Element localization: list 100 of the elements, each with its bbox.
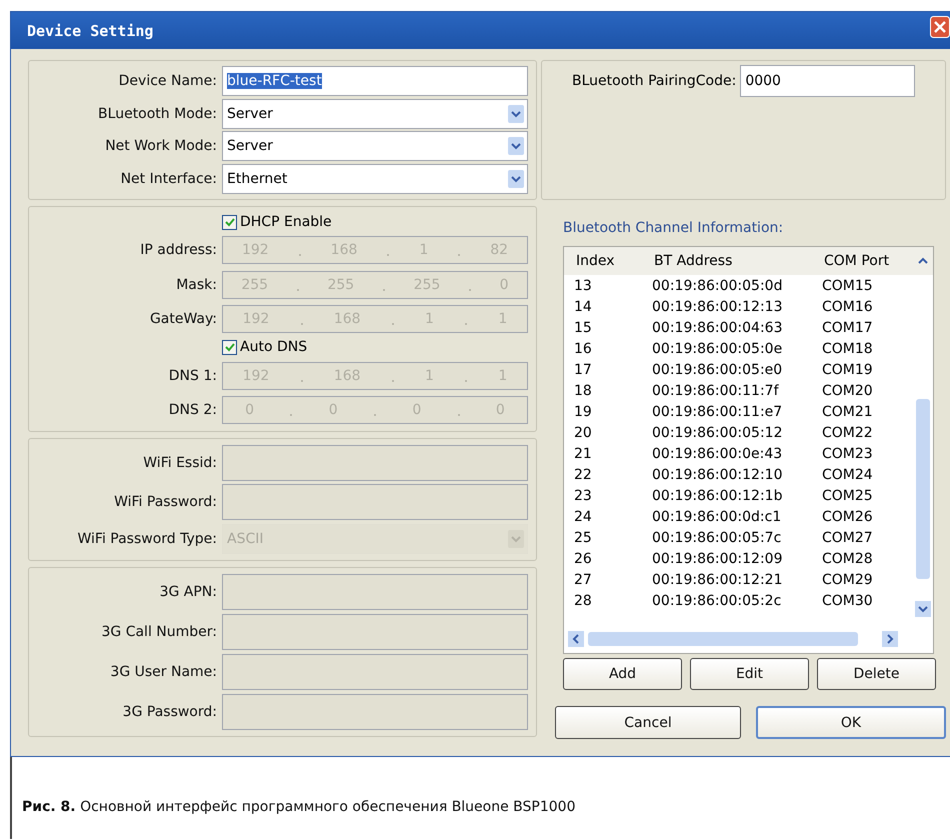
- table-cell-text: COM21: [822, 404, 874, 420]
- table-cell-text: 00:19:86:00:05:0e: [652, 340, 784, 356]
- chevron-down-icon[interactable]: [508, 104, 524, 123]
- table-cell-text: 00:19:86:00:05:7c: [652, 530, 782, 546]
- table-cell-text: COM20: [822, 382, 874, 398]
- column-header[interactable]: Index: [576, 253, 654, 269]
- separator-dot: [392, 380, 394, 382]
- column-header[interactable]: BT Address: [654, 253, 824, 269]
- separator-dot: [465, 380, 468, 382]
- table-cell-text: 16: [574, 340, 593, 356]
- separator-dot: [300, 322, 303, 325]
- list-action-button[interactable]: Delete: [817, 658, 936, 690]
- table-cell-text: 00:19:86:00:0e:43: [652, 446, 784, 462]
- table-cell-text: COM29: [822, 572, 874, 588]
- table-cell-text: 22: [574, 466, 593, 482]
- checkmark-icon: [224, 341, 236, 354]
- window-title: Device Setting: [27, 22, 154, 40]
- scroll-right-icon[interactable]: [882, 631, 898, 647]
- field-label: WiFi Essid:: [142, 454, 217, 471]
- table-cell-text: 00:19:86:00:12:21: [652, 572, 784, 588]
- table-cell-text: 26: [574, 550, 593, 566]
- table-cell-text: 00:19:86:00:12:10: [652, 466, 784, 482]
- table-cell-text: 21: [574, 446, 593, 462]
- table-cell-text: 00:19:86:00:12:09: [652, 550, 784, 566]
- table-cell-text: 00:19:86:00:11:e7: [652, 404, 784, 420]
- checkbox[interactable]: Auto DNS: [222, 339, 308, 356]
- separator-dot: [458, 414, 460, 416]
- table-cell-text: 00:19:86:00:12:13: [652, 298, 784, 314]
- table-cell-text: 00:19:86:00:12:1b: [652, 488, 784, 504]
- dialog-button[interactable]: OK: [756, 706, 946, 739]
- checkbox[interactable]: DHCP Enable: [222, 214, 332, 230]
- scroll-left-icon[interactable]: [568, 631, 584, 647]
- table-cell-text: COM30: [822, 592, 874, 608]
- table-cell-text: COM18: [822, 340, 874, 356]
- separator-dot: [392, 322, 394, 325]
- table-cell-text: 15: [574, 320, 593, 336]
- field-label: 3G APN:: [158, 584, 217, 600]
- table-cell-text: 20: [574, 424, 593, 440]
- table-cell-text: 25: [574, 530, 593, 546]
- separator-dot: [374, 414, 376, 416]
- text-field[interactable]: blue-RFC-test: [222, 66, 528, 96]
- field-label: 3G User Name:: [109, 664, 217, 680]
- table-cell-text: COM22: [822, 424, 874, 440]
- field-label: GateWay:: [148, 310, 217, 327]
- table-cell-text: 00:19:86:00:05:2c: [652, 592, 782, 608]
- field-label: Net Work Mode:: [104, 138, 217, 154]
- table-cell-text: COM16: [822, 298, 874, 314]
- list-action-button[interactable]: Add: [563, 658, 682, 690]
- column-header[interactable]: COM Port: [824, 253, 904, 269]
- table-cell-text: 18: [574, 382, 593, 398]
- separator-dot: [298, 254, 301, 256]
- separator-dot: [290, 414, 292, 416]
- separator-dot: [300, 380, 303, 382]
- dropdown[interactable]: Server: [222, 98, 528, 129]
- separator-dot: [465, 322, 468, 325]
- table-cell-text: COM23: [822, 446, 874, 462]
- table-cell-text: 23: [574, 488, 593, 504]
- field-label: Net Interface:: [120, 170, 217, 187]
- close-icon[interactable]: [930, 16, 950, 38]
- table-cell-text: 00:19:86:00:05:0d: [652, 278, 784, 294]
- table-cell-text: 28: [574, 592, 593, 608]
- field-label: DNS 1:: [168, 368, 217, 384]
- dropdown[interactable]: Ethernet: [222, 164, 528, 194]
- chevron-down-icon[interactable]: [508, 170, 524, 188]
- dialog-button[interactable]: Cancel: [555, 706, 741, 739]
- field-label: WiFi Password:: [113, 494, 217, 510]
- field-label: BLuetooth Mode:: [97, 106, 217, 122]
- chevron-down-icon[interactable]: [508, 137, 524, 156]
- table-cell-text: 00:19:86:00:04:63: [652, 320, 784, 336]
- table-cell-text: 19: [574, 404, 593, 420]
- text-field[interactable]: 0000: [740, 65, 916, 97]
- table-cell-text: 00:19:86:00:05:e0: [652, 362, 784, 378]
- dropdown[interactable]: Server: [222, 131, 528, 162]
- field-label: 3G Password:: [122, 704, 217, 720]
- table-cell-text: COM25: [822, 488, 874, 504]
- scroll-down-icon[interactable]: [915, 601, 931, 617]
- field-label: BLuetooth PairingCode:: [572, 73, 736, 89]
- figure-caption: Рис. 8. Основной интерфейс программного обеспечения Blueone BSP1000: [22, 799, 576, 815]
- table-cell-text: COM15: [822, 278, 874, 294]
- table-cell-text: 00:19:86:00:0d:c1: [652, 508, 782, 524]
- table-cell-text: COM27: [822, 530, 874, 546]
- field-label: DNS 2:: [168, 402, 217, 418]
- field-label: IP address:: [139, 242, 217, 258]
- field-label: WiFi Password Type:: [76, 531, 217, 548]
- separator-dot: [296, 288, 299, 291]
- horizontal-scrollbar[interactable]: [568, 631, 898, 647]
- separator-dot: [468, 288, 471, 291]
- table-cell-text: 14: [574, 298, 593, 314]
- table-cell-text: COM24: [822, 466, 874, 482]
- field-label: Mask:: [175, 276, 217, 293]
- list-action-button[interactable]: Edit: [690, 658, 809, 690]
- table-cell-text: 00:19:86:00:05:12: [652, 424, 784, 440]
- table-cell-text: 17: [574, 362, 593, 378]
- table-cell-text: COM26: [822, 508, 874, 524]
- field-label: Device Name:: [118, 73, 217, 90]
- table-cell-text: COM19: [822, 362, 874, 378]
- table-cell-text: 00:19:86:00:11:7f: [652, 382, 780, 398]
- checkmark-icon: [224, 216, 236, 228]
- field-label: 3G Call Number:: [100, 624, 217, 640]
- table-cell-text: 13: [574, 278, 593, 294]
